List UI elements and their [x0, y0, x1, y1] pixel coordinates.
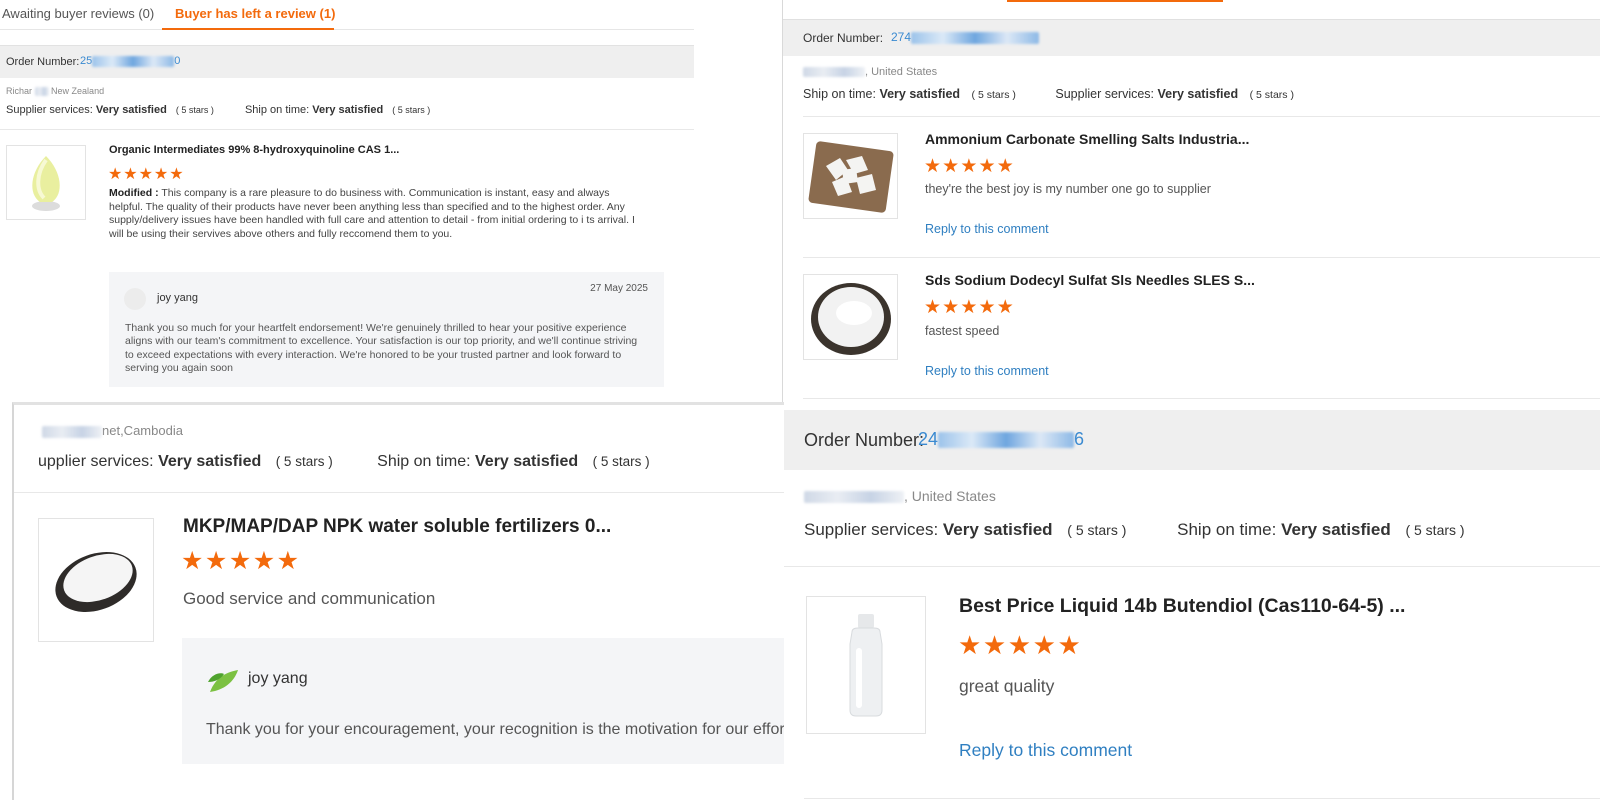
buyer-info: Richar New Zealand — [6, 86, 105, 97]
divider — [803, 257, 1600, 258]
avatar — [124, 288, 146, 310]
buyer-info: net,Cambodia — [42, 423, 183, 438]
order-number-value[interactable]: 24 6 — [918, 429, 1084, 450]
star-rating: ★★★★★ — [924, 156, 1015, 177]
star-rating: ★★★★★ — [108, 166, 185, 183]
product-image-icon — [810, 283, 891, 355]
product-thumbnail[interactable] — [806, 596, 926, 734]
reply-text: Thank you so much for your heartfelt end… — [125, 322, 638, 375]
active-tab-underline — [1007, 0, 1223, 2]
divider — [804, 798, 1600, 799]
product-title[interactable]: Organic Intermediates 99% 8-hydroxyquino… — [109, 144, 399, 156]
product-thumbnail[interactable] — [6, 145, 86, 220]
rating-summary: Supplier services: Very satisfied ( 5 st… — [804, 520, 1465, 539]
order-number-label: Order Number: — [6, 56, 80, 68]
order-bar: Order Number: 24 6 — [784, 410, 1600, 470]
tab-left-review[interactable]: Buyer has left a review (1) — [175, 6, 335, 21]
order-bar: Order Number: 25 0 — [0, 45, 694, 78]
divider — [14, 492, 784, 493]
tab-bar: Awaiting buyer reviews (0) Buyer has lef… — [0, 0, 694, 30]
review-comment: Modified : This company is a rare pleasu… — [109, 187, 635, 240]
product-image-icon — [808, 141, 893, 213]
product-image-icon — [55, 552, 137, 612]
product-thumbnail[interactable] — [803, 133, 898, 219]
seller-reply: joy yang 27 May 2025 Thank you so much f… — [109, 272, 664, 387]
order-number-value[interactable]: 274 — [891, 30, 1040, 44]
product-title[interactable]: Best Price Liquid 14b Butendiol (Cas110-… — [959, 595, 1405, 618]
buyer-info: , United States — [804, 488, 996, 504]
review-comment: Good service and communication — [183, 589, 436, 608]
review-panel-2: Order Number: 274 , United States Ship o… — [782, 0, 1600, 410]
reply-author: joy yang — [248, 670, 308, 687]
review-panel-1: Awaiting buyer reviews (0) Buyer has lef… — [0, 0, 694, 398]
star-rating: ★★★★★ — [181, 547, 301, 575]
tab-awaiting-reviews[interactable]: Awaiting buyer reviews (0) — [2, 6, 154, 21]
reply-link[interactable]: Reply to this comment — [959, 740, 1132, 761]
seller-reply: joy yang Thank you for your encouragemen… — [182, 638, 784, 764]
reply-link[interactable]: Reply to this comment — [925, 364, 1049, 378]
divider — [784, 566, 1600, 567]
reply-date: 27 May 2025 — [590, 283, 648, 294]
review-comment: they're the best joy is my number one go… — [925, 182, 1211, 196]
rating-summary: Supplier services: Very satisfied ( 5 st… — [6, 104, 431, 116]
divider — [803, 116, 1600, 117]
rating-summary: upplier services: Very satisfied ( 5 sta… — [38, 453, 650, 470]
leaf-logo-icon — [208, 670, 238, 692]
order-number-label: Order Number: — [804, 430, 925, 450]
divider — [803, 398, 1600, 399]
product-title[interactable]: Sds Sodium Dodecyl Sulfat Sls Needles SL… — [925, 272, 1255, 288]
rating-summary: Ship on time: Very satisfied ( 5 stars )… — [803, 87, 1294, 101]
star-rating: ★★★★★ — [958, 630, 1083, 660]
product-title[interactable]: Ammonium Carbonate Smelling Salts Indust… — [925, 131, 1249, 147]
order-number-value[interactable]: 25 0 — [80, 55, 180, 67]
review-comment: great quality — [959, 676, 1055, 696]
review-panel-4: Order Number: 24 6 , United States Suppli… — [784, 410, 1600, 800]
order-number-label: Order Number: — [803, 31, 884, 45]
divider — [0, 129, 694, 130]
product-thumbnail[interactable] — [38, 518, 154, 642]
bottle-image-icon — [849, 614, 883, 717]
review-comment: fastest speed — [925, 324, 1000, 338]
reply-text: Thank you for your encouragement, your r… — [206, 721, 784, 738]
star-rating: ★★★★★ — [924, 297, 1015, 318]
product-thumbnail[interactable] — [803, 274, 898, 360]
review-panel-3: net,Cambodia upplier services: Very sati… — [12, 402, 784, 800]
reply-author: joy yang — [157, 292, 198, 304]
powder-image-icon — [32, 155, 60, 211]
product-title[interactable]: MKP/MAP/DAP NPK water soluble fertilizer… — [183, 516, 611, 538]
reply-link[interactable]: Reply to this comment — [925, 222, 1049, 236]
buyer-info: , United States — [803, 66, 937, 78]
order-bar: Order Number: 274 — [783, 19, 1600, 56]
active-tab-underline — [162, 28, 334, 30]
